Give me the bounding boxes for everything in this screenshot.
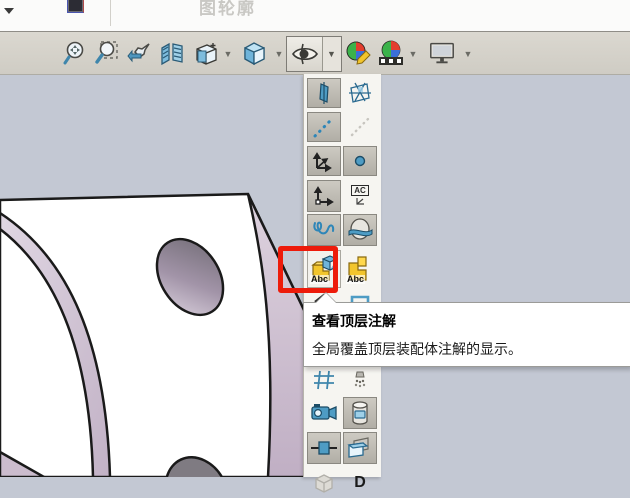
tooltip: 查看顶层注解 全局覆盖顶层装配体注解的显示。 (303, 302, 630, 367)
view-dimension-names-button[interactable]: AC (343, 180, 377, 212)
view-curves-button[interactable] (307, 214, 341, 246)
previous-view-icon (127, 40, 153, 66)
apply-scene-button[interactable] (377, 39, 405, 67)
hide-show-items-eye-icon (291, 43, 319, 65)
highlight-rectangle (278, 246, 338, 293)
display-style-icon (240, 39, 268, 67)
view-points-icon (350, 151, 370, 171)
view-temporary-axes-icon (348, 115, 372, 139)
view-points-button[interactable] (343, 146, 377, 176)
view-decals-button[interactable] (307, 468, 341, 498)
view-axes-icon (312, 115, 336, 139)
view-parting-lines-button[interactable] (343, 214, 377, 246)
view-annotations-button[interactable]: Abc (343, 250, 377, 288)
view-dimension-glyph-button[interactable]: D (343, 468, 377, 498)
hide-show-items-dropdown-caret[interactable]: ▼ (322, 37, 340, 71)
view-dimension-names-icon: AC (351, 185, 369, 196)
view-orientation-icon (193, 40, 220, 67)
tooltip-notch (316, 293, 336, 303)
view-origins-button[interactable] (307, 146, 341, 176)
view-curves-icon (311, 217, 337, 243)
view-lights-button[interactable] (343, 366, 377, 394)
menu-separator (110, 0, 111, 26)
zoom-to-area-button[interactable] (92, 39, 120, 67)
hide-show-items-button[interactable] (287, 37, 322, 71)
view-parting-lines-icon (347, 217, 373, 243)
view-settings-button[interactable] (428, 39, 456, 67)
abc-text: Abc (346, 275, 365, 284)
view-cameras-icon (310, 401, 338, 425)
view-live-section-planes-button[interactable] (343, 78, 377, 108)
view-live-section-planes-icon (347, 80, 373, 106)
view-planes-button[interactable] (307, 78, 341, 108)
view-coordinate-systems-icon (311, 183, 337, 209)
view-orientation-dropdown-caret[interactable]: ▼ (223, 49, 233, 59)
decal-thumbnail-icon[interactable] (67, 0, 84, 13)
view-planes-icon (312, 81, 336, 105)
zoom-to-fit-button[interactable] (61, 39, 89, 67)
previous-view-button[interactable] (126, 39, 154, 67)
view-coordinate-systems-button[interactable] (307, 180, 341, 212)
view-grid-button[interactable] (307, 366, 341, 394)
disabled-menu-label: 图轮廓 (199, 0, 256, 19)
view-sensors-icon (349, 400, 371, 426)
flyout-caret-icon[interactable] (4, 8, 14, 14)
display-style-button[interactable] (240, 39, 268, 67)
view-orientation-button[interactable] (192, 39, 220, 67)
view-grid-icon (312, 369, 336, 391)
tooltip-description: 全局覆盖顶层装配体注解的显示。 (312, 339, 522, 359)
view-axes-button[interactable] (307, 112, 341, 142)
view-weld-beads-icon (310, 438, 338, 458)
section-view-button[interactable] (158, 39, 186, 67)
edit-appearance-button[interactable] (344, 39, 372, 67)
zoom-to-fit-icon (62, 40, 88, 66)
display-style-dropdown-caret[interactable]: ▼ (274, 49, 284, 59)
view-settings-icon (428, 40, 456, 66)
view-sensors-button[interactable] (343, 397, 377, 429)
view-solid-bodies-button[interactable] (343, 432, 377, 464)
view-temporary-axes-button[interactable] (343, 112, 377, 142)
view-origins-icon (311, 148, 337, 174)
tooltip-title: 查看顶层注解 (312, 311, 396, 331)
menu-strip: 图轮廓 (0, 0, 630, 32)
zoom-to-area-icon (93, 40, 119, 66)
view-decals-icon (312, 471, 336, 495)
edit-appearance-icon (344, 39, 372, 67)
apply-scene-dropdown-caret[interactable]: ▼ (408, 49, 418, 59)
mini-axes-icon (354, 197, 366, 207)
view-cameras-button[interactable] (307, 397, 341, 429)
view-lights-icon (350, 369, 370, 391)
section-view-icon (159, 40, 185, 66)
heads-up-toolbar: ▼ ▼ ▼ (0, 32, 630, 75)
apply-scene-icon (377, 39, 405, 67)
view-settings-dropdown-caret[interactable]: ▼ (463, 49, 473, 59)
view-weld-beads-button[interactable] (307, 432, 341, 464)
view-solid-bodies-icon (346, 435, 374, 461)
hide-show-items-group: ▼ (286, 36, 342, 72)
